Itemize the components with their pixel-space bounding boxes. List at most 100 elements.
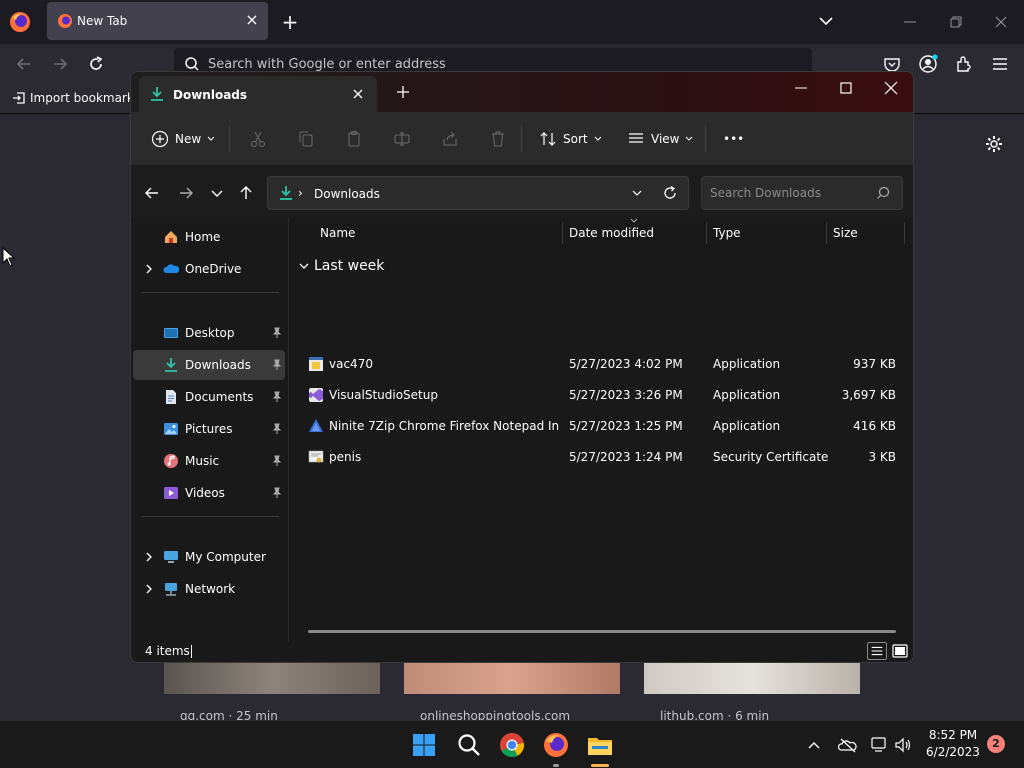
close-tab-icon[interactable] [349, 85, 367, 103]
refresh-icon[interactable] [662, 185, 678, 201]
chevron-down-icon[interactable] [630, 186, 644, 200]
add-tab-icon[interactable] [395, 84, 411, 100]
pin-icon[interactable] [271, 359, 283, 371]
up-arrow-icon[interactable] [237, 184, 255, 202]
horizontal-scrollbar[interactable] [308, 630, 896, 633]
nav-item-documents[interactable]: Documents [133, 382, 285, 412]
cut-button[interactable] [249, 124, 267, 154]
nav-item-videos[interactable]: Videos [133, 478, 285, 508]
close-tab-icon[interactable]: × [243, 11, 261, 29]
column-header-date[interactable]: Date modified [569, 226, 654, 240]
import-icon [13, 92, 25, 104]
copy-button[interactable] [297, 124, 315, 154]
explorer-tab-downloads[interactable]: Downloads [139, 76, 377, 112]
account-icon[interactable] [918, 54, 938, 74]
table-row[interactable]: Ninite 7Zip Chrome Firefox Notepad Inst.… [296, 411, 908, 442]
minimize-icon[interactable] [791, 78, 811, 98]
extensions-icon[interactable] [954, 54, 974, 74]
minimize-icon[interactable] [900, 12, 920, 32]
table-row[interactable]: VisualStudioSetup 5/27/2023 3:26 PM Appl… [296, 380, 908, 411]
pin-icon[interactable] [271, 327, 283, 339]
more-options-button[interactable]: ••• [723, 124, 744, 154]
back-arrow-icon[interactable] [143, 184, 161, 202]
clock-time[interactable]: 8:52 PM [920, 728, 986, 742]
clock-date[interactable]: 6/2/2023 [920, 745, 986, 759]
chrome-icon[interactable] [498, 731, 526, 759]
windows-start-icon[interactable] [410, 731, 438, 759]
paste-button[interactable] [345, 124, 363, 154]
file-explorer-icon[interactable] [586, 731, 614, 759]
nav-item-desktop[interactable]: Desktop [133, 318, 285, 348]
restore-icon[interactable] [946, 12, 966, 32]
table-row[interactable]: vac470 5/27/2023 4:02 PM Application 937… [296, 349, 908, 380]
pin-icon[interactable] [271, 391, 283, 403]
nav-item-home[interactable]: Home [133, 222, 285, 252]
pin-icon[interactable] [271, 423, 283, 435]
search-box[interactable] [701, 176, 903, 210]
taskbar: 8:52 PM 6/2/2023 2 [0, 720, 1024, 768]
firefox-icon[interactable] [542, 731, 570, 759]
nav-item-music[interactable]: Music [133, 446, 285, 476]
back-arrow-icon[interactable] [14, 54, 34, 74]
pin-icon[interactable] [271, 487, 283, 499]
onedrive-offline-icon[interactable] [838, 736, 858, 754]
clipboard-icon [348, 131, 360, 147]
shortcut-thumbnail[interactable] [404, 662, 620, 694]
column-divider[interactable] [706, 222, 707, 244]
view-button[interactable]: View [627, 124, 693, 154]
nav-item-pictures[interactable]: Pictures [133, 414, 285, 444]
breadcrumb-downloads[interactable]: Downloads [314, 187, 380, 201]
nav-item-onedrive[interactable]: OneDrive [133, 254, 285, 284]
pin-icon[interactable] [271, 455, 283, 467]
reload-icon[interactable] [86, 54, 106, 74]
delete-button[interactable] [489, 124, 507, 154]
trash-icon [492, 131, 504, 147]
nav-item-network[interactable]: Network [133, 574, 285, 604]
details-view-icon[interactable] [867, 642, 887, 660]
forward-arrow-icon[interactable] [177, 184, 195, 202]
chevron-right-icon[interactable] [143, 583, 155, 595]
firefox-logo-icon[interactable] [8, 10, 32, 34]
chevron-right-icon[interactable] [143, 263, 155, 275]
sort-button-label: Sort [563, 132, 588, 146]
chevron-down-icon[interactable] [209, 184, 225, 202]
group-header-last-week[interactable]: Last week [298, 258, 384, 274]
search-icon[interactable] [876, 186, 890, 200]
hamburger-menu-icon[interactable] [990, 54, 1010, 74]
large-icons-view-icon[interactable] [891, 642, 909, 660]
forward-arrow-icon[interactable] [50, 54, 70, 74]
column-header-name[interactable]: Name [320, 226, 355, 240]
file-date: 5/27/2023 3:26 PM [569, 388, 683, 402]
nav-item-my-computer[interactable]: My Computer [133, 542, 285, 572]
address-bar[interactable]: › Downloads [267, 176, 689, 210]
column-divider[interactable] [904, 222, 905, 244]
search-icon[interactable] [455, 731, 483, 759]
network-status-icon[interactable] [870, 736, 888, 754]
close-window-icon[interactable] [881, 78, 901, 98]
application-icon [309, 357, 323, 371]
shortcut-thumbnail[interactable] [164, 662, 380, 694]
nav-item-downloads[interactable]: Downloads [133, 350, 285, 380]
browser-tab-new-tab[interactable]: New Tab × [47, 2, 268, 40]
table-row[interactable]: penis 5/27/2023 1:24 PM Security Certifi… [296, 442, 908, 473]
sort-button[interactable]: Sort [539, 124, 602, 154]
column-divider[interactable] [826, 222, 827, 244]
share-button[interactable] [441, 124, 459, 154]
gear-icon[interactable] [984, 134, 1004, 154]
close-window-icon[interactable] [991, 12, 1011, 32]
new-button[interactable]: New [151, 124, 215, 154]
new-tab-button[interactable]: + [280, 10, 300, 34]
shortcut-thumbnail[interactable] [644, 662, 860, 694]
column-header-size[interactable]: Size [833, 226, 858, 240]
rename-button[interactable] [393, 124, 411, 154]
volume-icon[interactable] [894, 736, 912, 754]
column-header-type[interactable]: Type [713, 226, 741, 240]
import-bookmarks-button[interactable]: Import bookmarks [12, 91, 140, 105]
column-divider[interactable] [562, 222, 563, 244]
chevron-up-icon[interactable] [806, 737, 822, 753]
chevron-down-icon[interactable] [816, 11, 836, 31]
chevron-right-icon[interactable] [143, 551, 155, 563]
search-input[interactable] [710, 177, 870, 209]
maximize-icon[interactable] [836, 78, 856, 98]
notification-badge[interactable]: 2 [987, 735, 1005, 753]
